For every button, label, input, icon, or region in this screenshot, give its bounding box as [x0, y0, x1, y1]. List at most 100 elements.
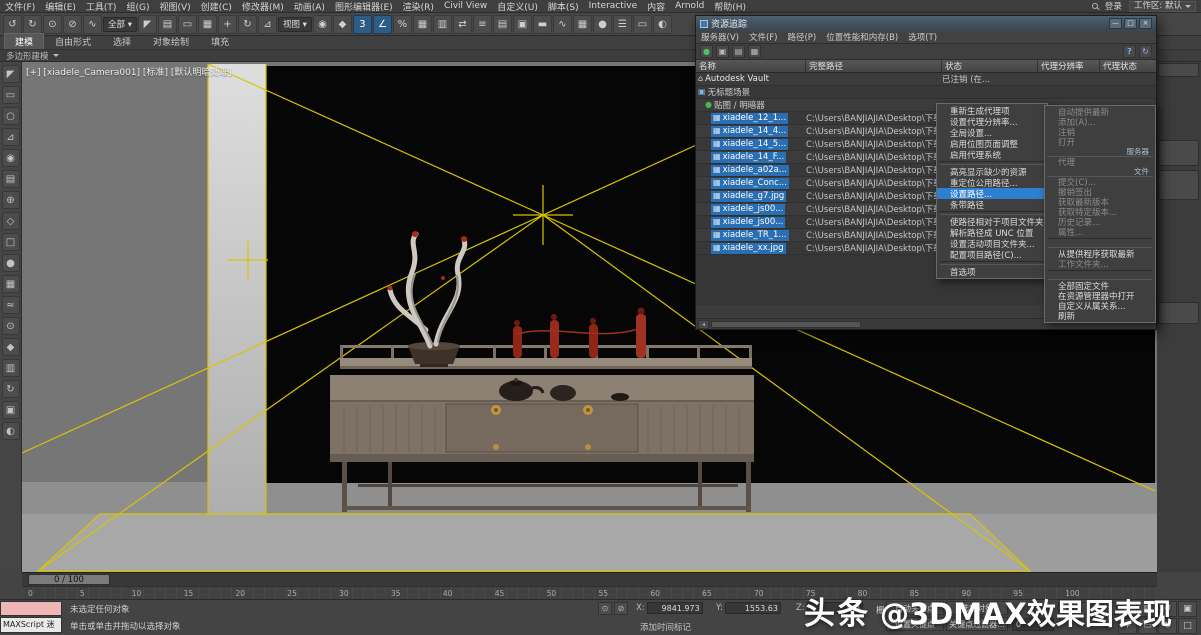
target-tool-icon[interactable]: ⊙ [2, 317, 20, 335]
circle-tool-icon[interactable]: ○ [2, 107, 20, 125]
render-setup-icon[interactable]: ☰ [613, 15, 632, 34]
workspace-selector[interactable]: 工作区: 默认 [1129, 1, 1196, 12]
dialog-menu-item[interactable]: 选项(T) [903, 31, 942, 43]
pivot-tool-icon[interactable]: ◉ [2, 149, 20, 167]
menu-item[interactable]: 全局设置... [937, 127, 1047, 138]
add-time-tag[interactable]: 添加时间标记 [640, 621, 691, 633]
render-production-icon[interactable]: ◐ [653, 15, 672, 34]
ribbon-tab[interactable]: 填充 [200, 33, 240, 49]
list-tool-icon[interactable]: ▤ [2, 170, 20, 188]
mirror-icon[interactable]: ⇄ [453, 15, 472, 34]
dialog-menu-item[interactable]: 服务器(V) [696, 31, 744, 43]
select-and-scale-icon[interactable]: ⊿ [258, 15, 277, 34]
unlink-selection-icon[interactable]: ⊘ [63, 15, 82, 34]
scale-tool-icon[interactable]: ⊿ [2, 128, 20, 146]
menu-item[interactable]: 工具(T) [81, 0, 122, 13]
ribbon-toggle-icon[interactable]: ▬ [533, 15, 552, 34]
close-icon[interactable]: × [1139, 18, 1152, 29]
search-icon[interactable] [1092, 3, 1098, 9]
undo-icon[interactable]: ↺ [3, 15, 22, 34]
half-tool-icon[interactable]: ◐ [2, 422, 20, 440]
viewport-nav-icon[interactable]: □ [1178, 618, 1197, 634]
sign-in-button[interactable]: 登录 [1105, 0, 1122, 12]
dot-tool-icon[interactable]: ● [2, 254, 20, 272]
dialog-titlebar[interactable]: 资源追踪 — □ × [696, 16, 1156, 31]
menu-item[interactable]: 属性... [1045, 227, 1155, 237]
ribbon-tab[interactable]: 选择 [102, 33, 142, 49]
table-row[interactable]: 无标题场景 [696, 86, 1156, 99]
menu-item[interactable] [1048, 238, 1152, 248]
ribbon-tab[interactable]: 建模 [4, 33, 44, 49]
select-and-manipulate-icon[interactable]: ◆ [333, 15, 352, 34]
layer-explorer-icon[interactable]: ▣ [513, 15, 532, 34]
select-and-rotate-icon[interactable]: ↻ [238, 15, 257, 34]
menu-item[interactable]: 文件(F) [0, 0, 40, 13]
menu-item[interactable]: 帮助(H) [709, 0, 751, 13]
rectangle-tool-icon[interactable]: ▭ [2, 86, 20, 104]
scroll-left-icon[interactable]: ◂ [698, 320, 709, 329]
select-and-move-icon[interactable]: + [218, 15, 237, 34]
snaps-toggle-icon[interactable]: 3 [353, 15, 372, 34]
time-slider-handle[interactable]: 0 / 100 [28, 574, 110, 585]
menu-item[interactable]: 配置项目路径(C)... [937, 249, 1047, 260]
details-view-icon[interactable]: ▣ [716, 45, 729, 58]
menu-item[interactable]: 工作文件夹... [1045, 259, 1155, 269]
macro-recorder-field[interactable] [0, 601, 62, 616]
menu-item[interactable]: Arnold [670, 1, 709, 11]
scene-explorer-icon[interactable]: ▤ [493, 15, 512, 34]
menu-item[interactable]: 创建(C) [196, 0, 237, 13]
bind-to-space-warp-icon[interactable]: ∿ [83, 15, 102, 34]
isolate-selection-toggle-icon[interactable]: ⊙ [598, 602, 612, 615]
x-coordinate-field[interactable]: X:9841.973 [636, 602, 703, 614]
menu-item[interactable]: Interactive [584, 1, 642, 11]
menu-item[interactable]: 解析路径成 UNC 位置 [937, 227, 1047, 238]
menu-item[interactable]: 设置路径... [937, 188, 1047, 199]
dialog-menu-item[interactable]: 路径(P) [782, 31, 821, 43]
add-tool-icon[interactable]: ⊕ [2, 191, 20, 209]
redo-icon[interactable]: ↻ [23, 15, 42, 34]
maxscript-mini-listener[interactable]: MAXScript 迷 [0, 617, 62, 633]
schematic-view-icon[interactable]: ▦ [573, 15, 592, 34]
rotate-tool-icon[interactable]: ↻ [2, 380, 20, 398]
select-and-link-icon[interactable]: ⊙ [43, 15, 62, 34]
menu-item[interactable]: 使路径相对于项目文件夹 [937, 216, 1047, 227]
percent-snap-icon[interactable]: % [393, 15, 412, 34]
menu-item[interactable]: 组(G) [121, 0, 154, 13]
window-crossing-icon[interactable]: ▦ [198, 15, 217, 34]
refresh-icon[interactable]: ↻ [1139, 45, 1152, 58]
status-dot-icon[interactable]: ● [700, 45, 713, 58]
menu-item[interactable]: 启用位图页面调整 [937, 138, 1047, 149]
menu-item[interactable]: 图形编辑器(E) [330, 0, 398, 13]
menu-item[interactable]: 重新生成代理项 [937, 105, 1047, 116]
dialog-menu-item[interactable]: 位置性能和内存(B) [821, 31, 903, 43]
menu-item[interactable]: 设置代理分辨率... [937, 116, 1047, 127]
ribbon-tab[interactable]: 对象绘制 [142, 33, 200, 49]
reference-coordinate-dropdown[interactable]: 视图 ▾ [278, 17, 312, 32]
menu-item[interactable]: Civil View [439, 1, 492, 11]
column-header[interactable]: 完整路径 [806, 60, 942, 72]
menu-item[interactable]: 脚本(S) [543, 0, 584, 13]
menu-item[interactable]: 首选项 [937, 266, 1047, 277]
menu-item[interactable] [1048, 270, 1152, 280]
dialog-menu-item[interactable]: 文件(F) [744, 31, 783, 43]
angle-snap-icon[interactable]: ∠ [373, 15, 392, 34]
selection-filter-dropdown[interactable]: 全部 ▾ [103, 17, 137, 32]
viewport-nav-icon[interactable]: ▣ [1178, 601, 1197, 617]
grid-tool-icon[interactable]: ▦ [2, 275, 20, 293]
select-arrow-icon[interactable]: ◤ [2, 65, 20, 83]
table-view-icon[interactable]: ▦ [748, 45, 761, 58]
wave-tool-icon[interactable]: ≈ [2, 296, 20, 314]
menu-item[interactable]: 高亮显示缺少的资源 [937, 166, 1047, 177]
select-by-name-icon[interactable]: ▤ [158, 15, 177, 34]
help-icon[interactable]: ? [1123, 45, 1136, 58]
menu-item[interactable]: 内容 [642, 0, 670, 13]
menu-item[interactable]: 编辑(E) [40, 0, 81, 13]
menu-item[interactable]: 渲染(R) [398, 0, 439, 13]
menu-item[interactable] [940, 211, 1044, 215]
table-row[interactable]: Autodesk Vault 已注销 (在... [696, 73, 1156, 86]
menu-item[interactable]: 刷新 [1045, 311, 1155, 321]
rendered-frame-window-icon[interactable]: ▭ [633, 15, 652, 34]
material-editor-icon[interactable]: ● [593, 15, 612, 34]
menu-item[interactable]: 修改器(M) [237, 0, 289, 13]
named-selection-sets-icon[interactable]: ▥ [433, 15, 452, 34]
